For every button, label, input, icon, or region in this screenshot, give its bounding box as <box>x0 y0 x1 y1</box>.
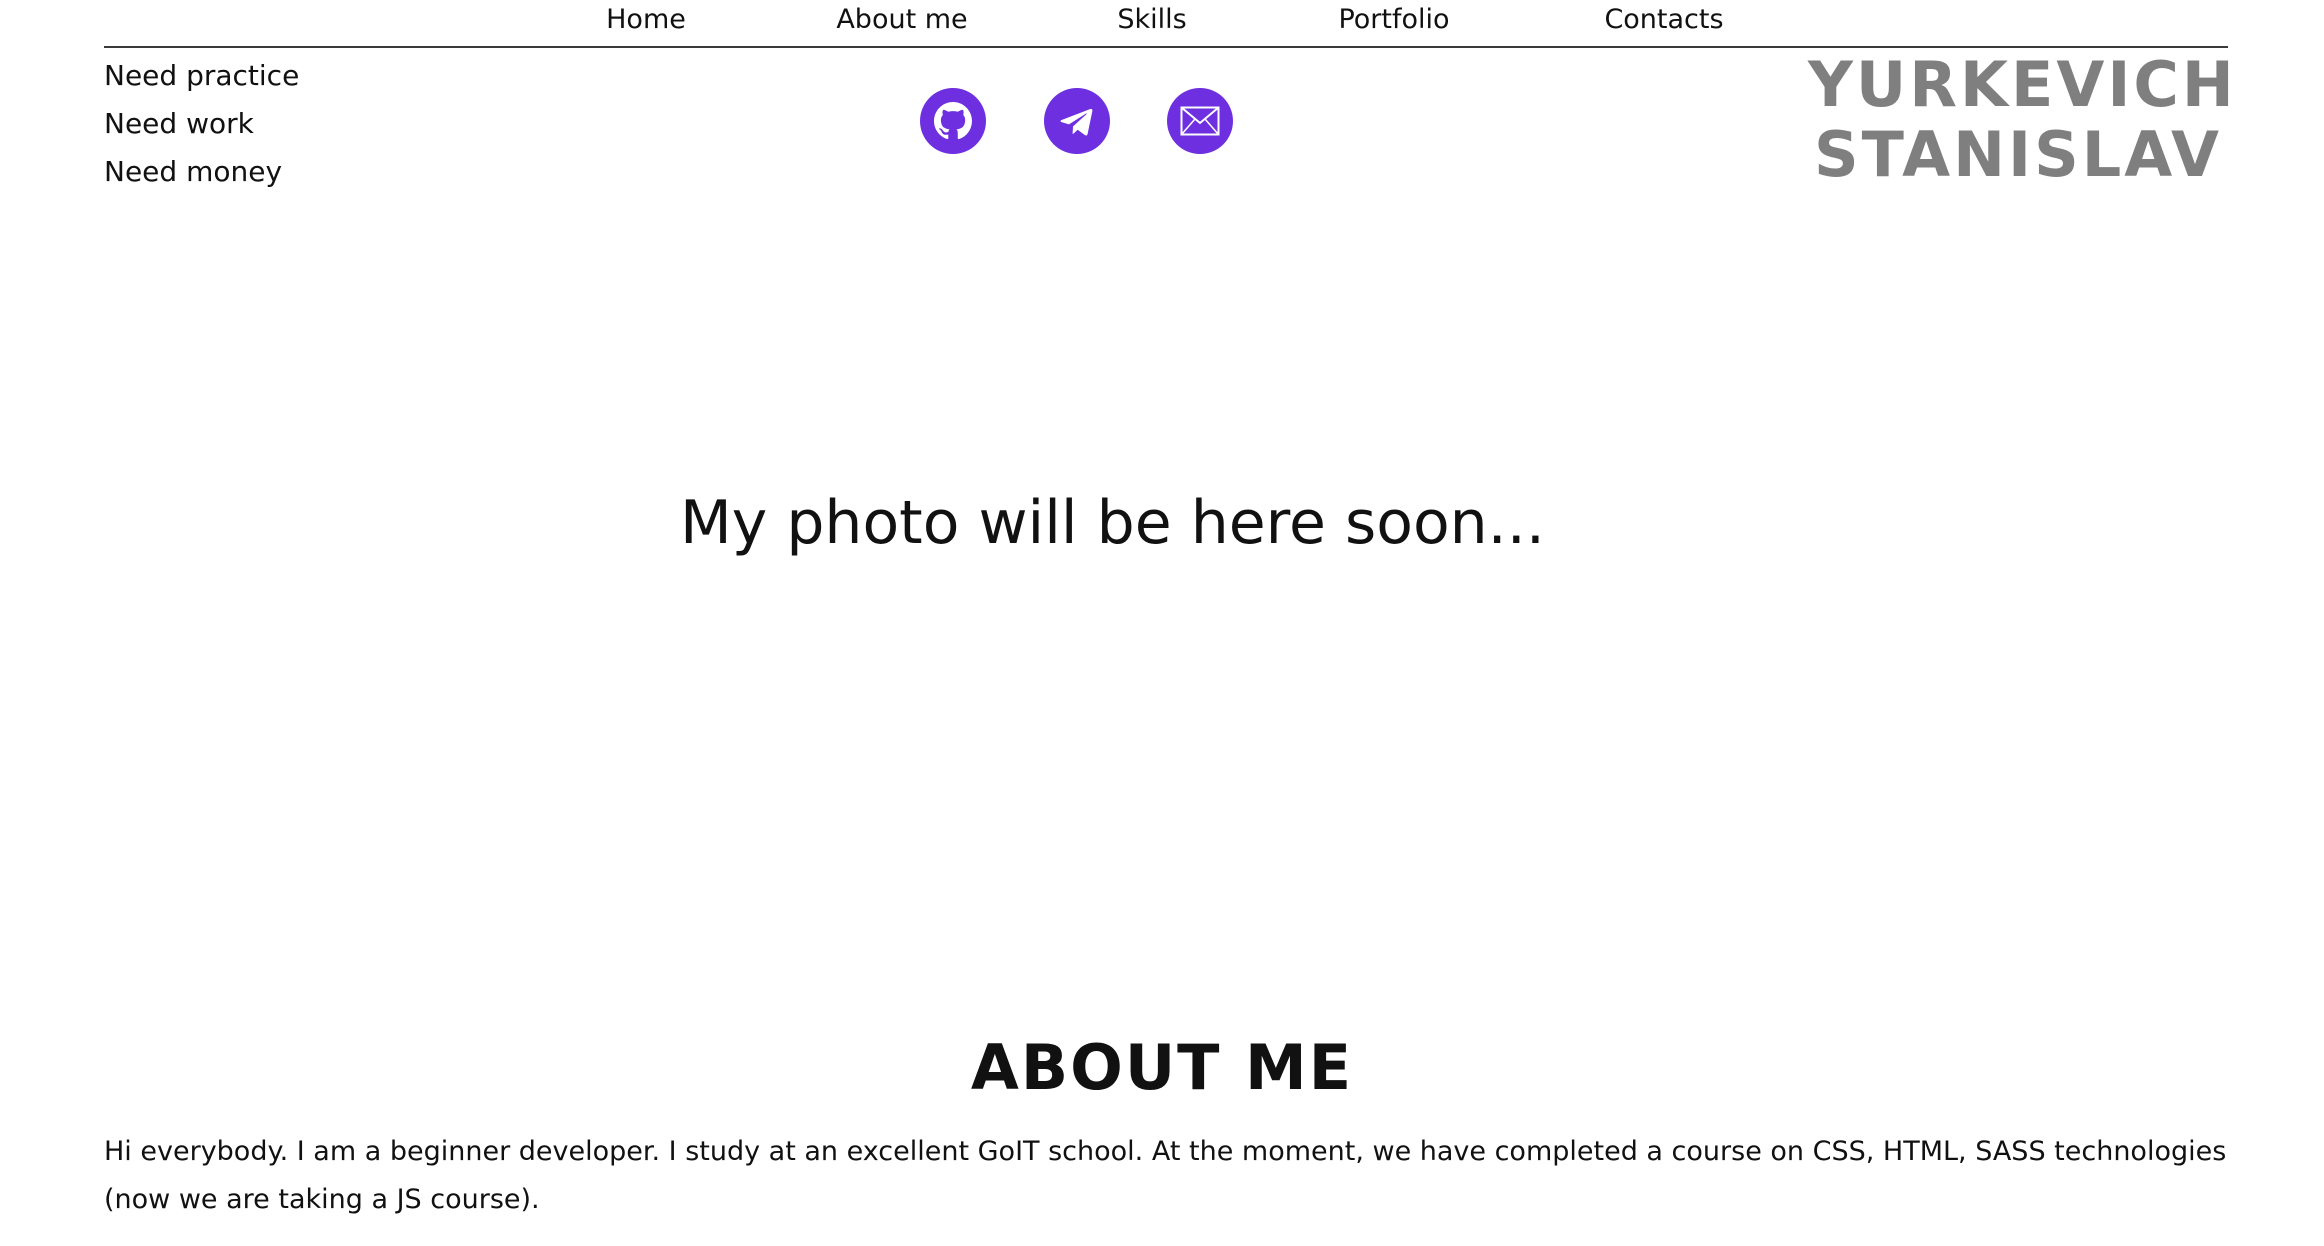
github-icon <box>934 102 972 140</box>
telegram-link[interactable] <box>1044 88 1110 154</box>
nav-link-skills[interactable]: Skills <box>1117 2 1186 38</box>
nav-link-portfolio[interactable]: Portfolio <box>1338 2 1449 38</box>
nav-link-about-me[interactable]: About me <box>836 2 967 38</box>
nav-link-home[interactable]: Home <box>606 2 686 38</box>
photo-placeholder: My photo will be here soon... <box>680 488 1545 558</box>
mail-icon <box>1180 106 1220 136</box>
owner-name: YURKEVICH STANISLAV <box>1808 48 2237 191</box>
tagline-item: Need practice <box>104 59 300 92</box>
main-nav: Home About me Skills Portfolio Contacts <box>104 0 2228 48</box>
nav-link-contacts[interactable]: Contacts <box>1604 2 1723 38</box>
tagline-item: Need work <box>104 107 254 140</box>
telegram-icon <box>1060 108 1093 136</box>
mail-link[interactable] <box>1167 88 1233 154</box>
owner-first-name: STANISLAV <box>1814 118 2222 191</box>
owner-surname: YURKEVICH <box>1808 48 2237 121</box>
github-link[interactable] <box>920 88 986 154</box>
tagline-item: Need money <box>104 155 283 188</box>
tagline-list: Need practice Need work Need money <box>104 52 299 196</box>
about-title: ABOUT ME <box>970 1031 1354 1104</box>
about-text: Hi everybody. I am a beginner developer.… <box>104 1136 2227 1215</box>
